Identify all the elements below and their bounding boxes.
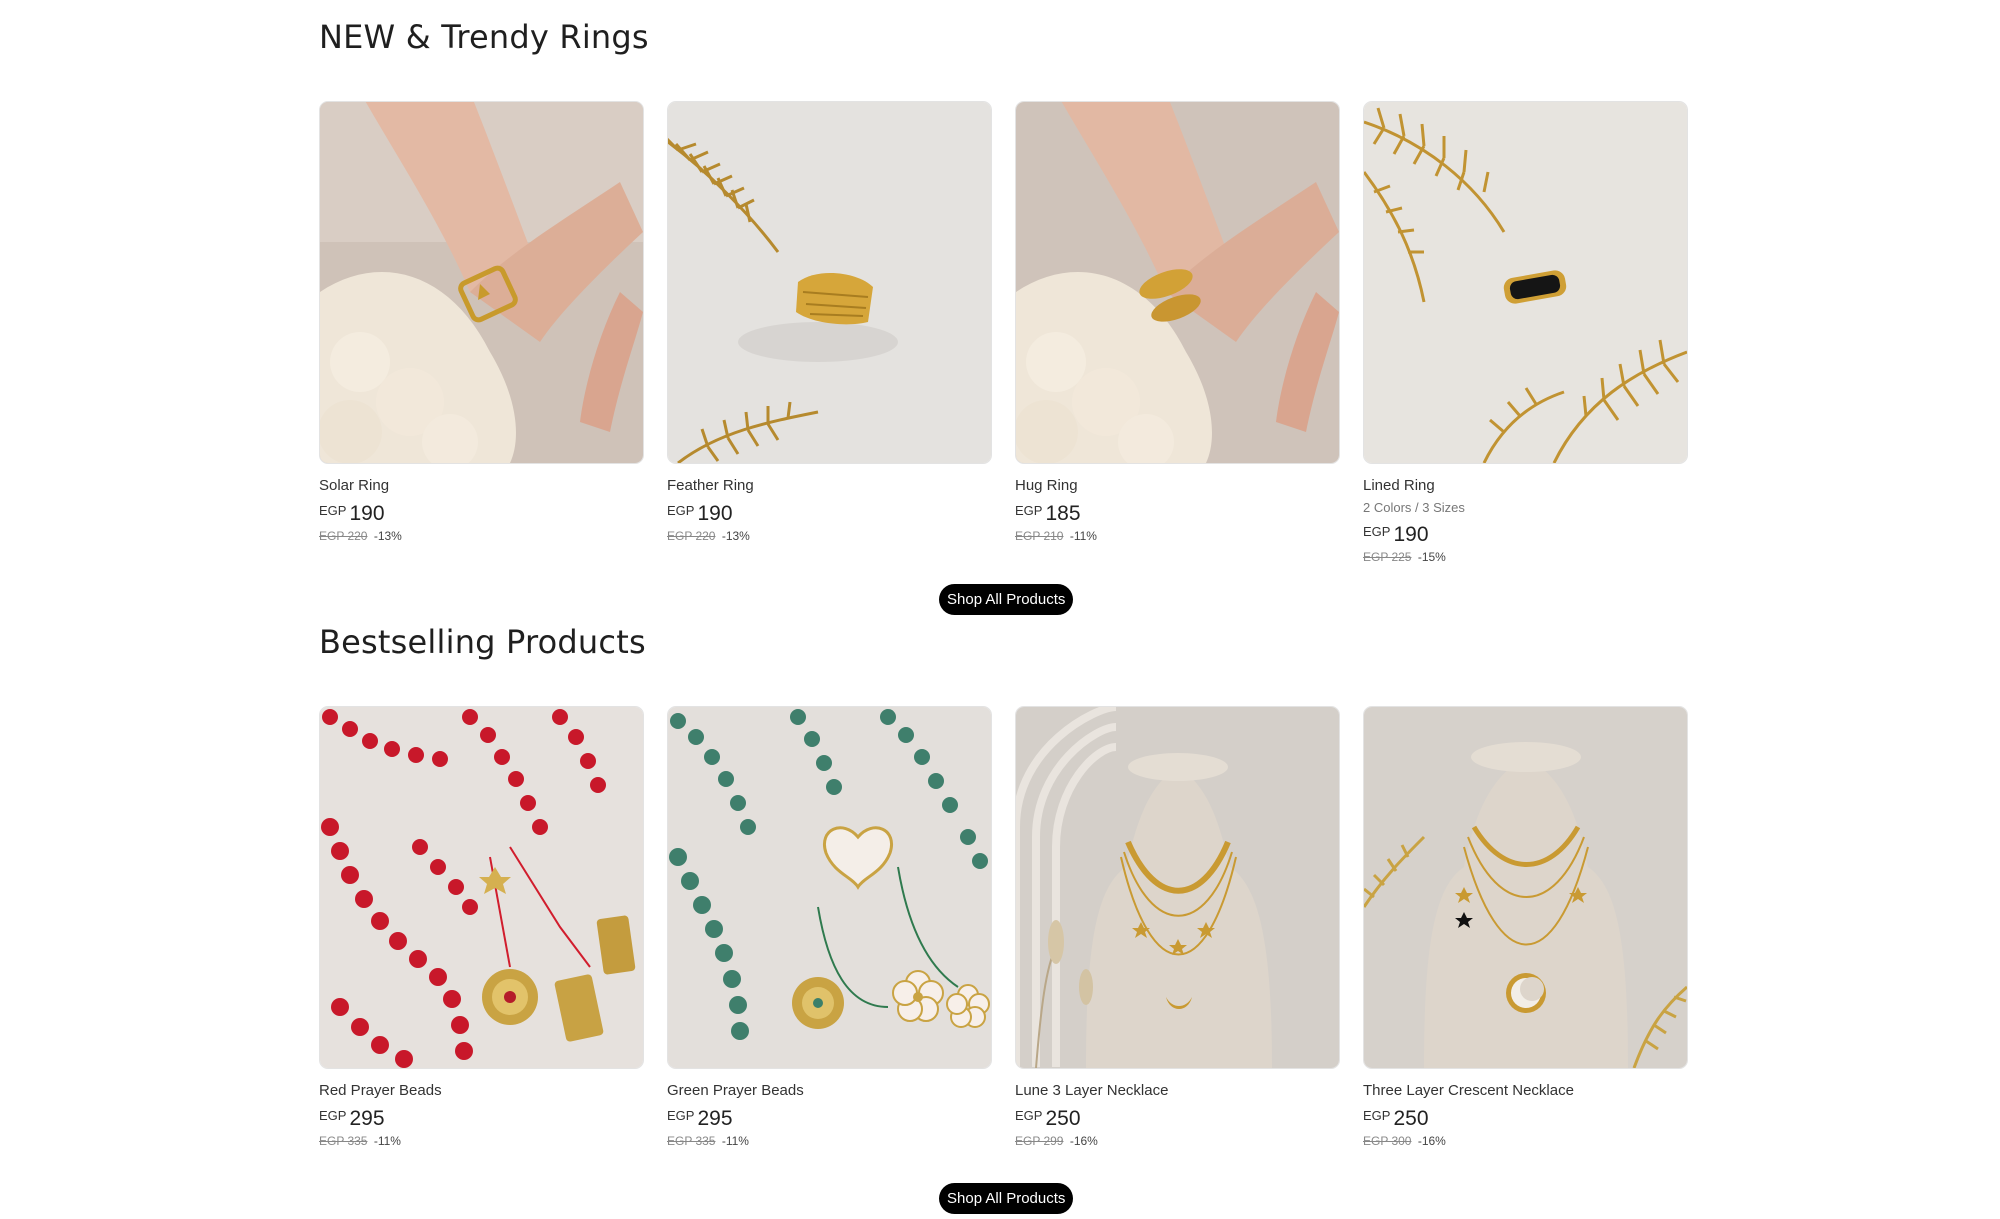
product-price: EGP 185 <box>1015 503 1340 525</box>
original-price: EGP 220 <box>667 529 716 543</box>
product-name[interactable]: Lined Ring <box>1363 477 1688 495</box>
product-price: EGP 190 <box>1363 524 1688 546</box>
compare-price: EGP 225 -15% <box>1363 550 1688 564</box>
shop-all-products-button[interactable]: Shop All Products <box>939 1183 1074 1214</box>
original-price: EGP 210 <box>1015 529 1064 543</box>
product-image[interactable] <box>319 101 644 464</box>
compare-price: EGP 210 -11% <box>1015 529 1340 543</box>
original-price: EGP 300 <box>1363 1134 1412 1148</box>
compare-price: EGP 300 -16% <box>1363 1134 1688 1148</box>
product-price: EGP 190 <box>667 503 992 525</box>
product-image[interactable] <box>1363 101 1688 464</box>
product-card[interactable]: Hug Ring EGP 185 EGP 210 -11% <box>1015 101 1340 543</box>
product-card[interactable]: Lined Ring 2 Colors / 3 Sizes EGP 190 EGP… <box>1363 101 1688 564</box>
original-price: EGP 335 <box>319 1134 368 1148</box>
product-price: EGP 190 <box>319 503 644 525</box>
product-name[interactable]: Green Prayer Beads <box>667 1082 992 1100</box>
product-image[interactable] <box>1015 101 1340 464</box>
product-image[interactable] <box>1363 706 1688 1069</box>
price-amount: 190 <box>1393 523 1429 546</box>
compare-price: EGP 299 -16% <box>1015 1134 1340 1148</box>
product-image[interactable] <box>1015 706 1340 1069</box>
discount-badge: -11% <box>1069 529 1097 543</box>
price-amount: 190 <box>349 502 385 525</box>
product-card[interactable]: Three Layer Crescent Necklace EGP 250 EGP… <box>1363 706 1688 1148</box>
discount-badge: -16% <box>1417 1134 1446 1148</box>
product-image[interactable] <box>667 706 992 1069</box>
price-amount: 295 <box>349 1107 385 1130</box>
currency-label: EGP <box>1015 503 1043 518</box>
discount-badge: -13% <box>721 529 750 543</box>
product-name[interactable]: Red Prayer Beads <box>319 1082 644 1100</box>
compare-price: EGP 220 -13% <box>319 529 644 543</box>
product-name[interactable]: Feather Ring <box>667 477 992 495</box>
product-name[interactable]: Lune 3 Layer Necklace <box>1015 1082 1340 1100</box>
product-name[interactable]: Hug Ring <box>1015 477 1340 495</box>
price-amount: 250 <box>1045 1107 1081 1130</box>
original-price: EGP 220 <box>319 529 368 543</box>
original-price: EGP 225 <box>1363 550 1412 564</box>
product-name[interactable]: Three Layer Crescent Necklace <box>1363 1082 1688 1100</box>
product-price: EGP 250 <box>1363 1108 1688 1130</box>
price-amount: 250 <box>1393 1107 1429 1130</box>
currency-label: EGP <box>1363 1108 1391 1123</box>
currency-label: EGP <box>1363 524 1391 539</box>
product-price: EGP 295 <box>319 1108 644 1130</box>
currency-label: EGP <box>319 1108 347 1123</box>
product-image[interactable] <box>667 101 992 464</box>
product-card[interactable]: Feather Ring EGP 190 EGP 220 -13% <box>667 101 992 543</box>
product-grid: Red Prayer Beads EGP 295 EGP 335 -11% Gr… <box>319 706 1690 1176</box>
price-amount: 295 <box>697 1107 733 1130</box>
discount-badge: -11% <box>721 1134 749 1148</box>
product-card[interactable]: Green Prayer Beads EGP 295 EGP 335 -11% <box>667 706 992 1148</box>
currency-label: EGP <box>667 1108 695 1123</box>
product-price: EGP 295 <box>667 1108 992 1130</box>
currency-label: EGP <box>667 503 695 518</box>
product-card[interactable]: Solar Ring EGP 190 EGP 220 -13% <box>319 101 644 543</box>
product-card[interactable]: Red Prayer Beads EGP 295 EGP 335 -11% <box>319 706 644 1148</box>
original-price: EGP 299 <box>1015 1134 1064 1148</box>
storefront-page: NEW & Trendy Rings Solar Ring EGP 190 EG… <box>0 0 2000 1219</box>
original-price: EGP 335 <box>667 1134 716 1148</box>
price-amount: 190 <box>697 502 733 525</box>
currency-label: EGP <box>319 503 347 518</box>
product-price: EGP 250 <box>1015 1108 1340 1130</box>
product-variant-info: 2 Colors / 3 Sizes <box>1363 500 1465 515</box>
product-grid: Solar Ring EGP 190 EGP 220 -13% Feather … <box>319 101 1690 571</box>
compare-price: EGP 335 -11% <box>319 1134 644 1148</box>
compare-price: EGP 335 -11% <box>667 1134 992 1148</box>
discount-badge: -16% <box>1069 1134 1098 1148</box>
currency-label: EGP <box>1015 1108 1043 1123</box>
discount-badge: -13% <box>373 529 402 543</box>
section-title: Bestselling Products <box>319 623 646 661</box>
price-amount: 185 <box>1045 502 1081 525</box>
product-name[interactable]: Solar Ring <box>319 477 644 495</box>
section-title: NEW & Trendy Rings <box>319 18 649 56</box>
discount-badge: -15% <box>1417 550 1446 564</box>
product-card[interactable]: Lune 3 Layer Necklace EGP 250 EGP 299 -16… <box>1015 706 1340 1148</box>
shop-all-products-button[interactable]: Shop All Products <box>939 584 1074 615</box>
compare-price: EGP 220 -13% <box>667 529 992 543</box>
discount-badge: -11% <box>373 1134 401 1148</box>
product-image[interactable] <box>319 706 644 1069</box>
